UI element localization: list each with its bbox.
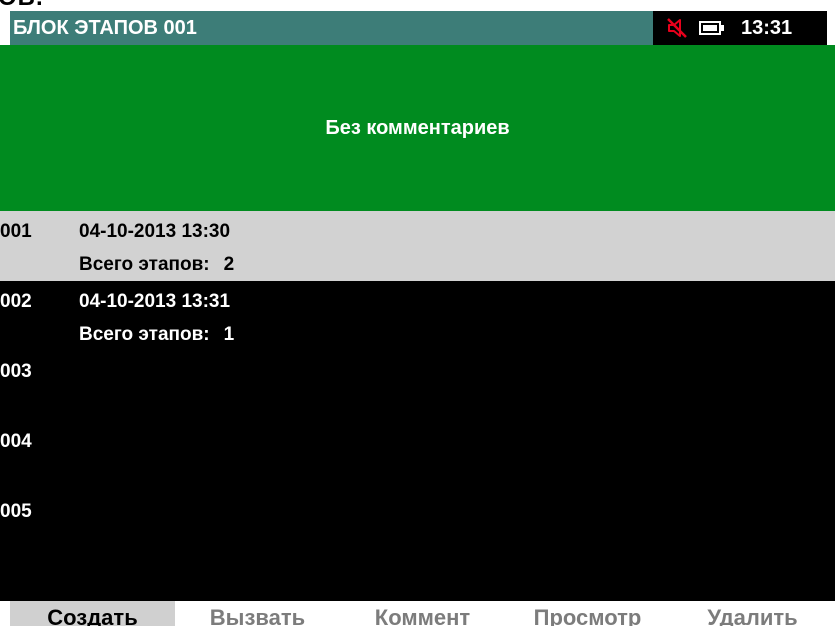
title-bar: БЛОК ЭТАПОВ 001 13:31: [10, 11, 827, 45]
list-item-block-005[interactable]: 005: [0, 491, 835, 561]
softkey-recall[interactable]: Вызвать: [175, 601, 340, 626]
block-number: 001: [0, 221, 32, 242]
softkey-delete-label: Удалить: [707, 605, 798, 626]
stages-label: Всего этапов:: [79, 254, 210, 275]
frame-left: [0, 11, 10, 45]
screen-title: БЛОК ЭТАПОВ 001: [13, 17, 197, 39]
stages-count: 1: [223, 324, 235, 345]
block-stages: Всего этапов: 1: [79, 324, 234, 346]
softkey-view-label: Просмотр: [533, 605, 642, 626]
list-item-block-003[interactable]: 003: [0, 351, 835, 421]
comment-banner: Без комментариев: [0, 45, 835, 211]
softkey-create-label: Создать: [47, 605, 138, 626]
list-item-block-001[interactable]: 001 04-10-2013 13:30 Всего этапов: 2: [0, 211, 835, 281]
battery-icon: [699, 21, 724, 35]
list-item-block-002[interactable]: 002 04-10-2013 13:31 Всего этапов: 1: [0, 281, 835, 351]
list-item-block-004[interactable]: 004: [0, 421, 835, 491]
status-area: 13:31: [653, 11, 827, 45]
frame-right: [827, 11, 835, 45]
block-date: 04-10-2013 13:30: [79, 221, 231, 242]
softkey-comment-label: Коммент: [374, 605, 471, 626]
block-stages: Всего этапов: 2: [79, 254, 234, 276]
stages-count: 2: [223, 254, 235, 275]
stages-label: Всего этапов:: [79, 324, 210, 345]
cropped-heading: ОВ.: [0, 0, 835, 11]
block-number: 005: [0, 501, 32, 522]
block-number: 004: [0, 431, 32, 452]
device-screen: ОВ. БЛОК ЭТАПОВ 001 13:31 Без комментари…: [0, 0, 835, 626]
softkey-recall-label: Вызвать: [209, 605, 306, 626]
cropped-heading-text: ОВ.: [0, 0, 44, 10]
block-date: 04-10-2013 13:31: [79, 291, 231, 312]
block-number: 003: [0, 361, 32, 382]
softkey-bar: Создать Вызвать Коммент Просмотр Удалить: [0, 601, 835, 626]
comment-text: Без комментариев: [325, 117, 510, 139]
block-number: 002: [0, 291, 32, 312]
mute-icon: [667, 18, 687, 38]
softkey-create[interactable]: Создать: [10, 601, 175, 626]
softkey-delete[interactable]: Удалить: [670, 601, 835, 626]
softkey-view[interactable]: Просмотр: [505, 601, 670, 626]
clock: 13:31: [741, 17, 793, 39]
softkey-comment[interactable]: Коммент: [340, 601, 505, 626]
